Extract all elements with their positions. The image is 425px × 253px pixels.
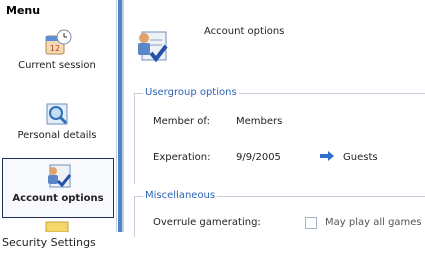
sidebar-item-account-options[interactable]: Account options	[2, 158, 114, 218]
gamerating-label: Overrule gamerating:	[153, 217, 261, 228]
play-all-games-checkbox[interactable]	[305, 217, 317, 229]
expiration-value: 9/9/2005	[236, 152, 281, 163]
expiration-label: Experation:	[153, 152, 211, 163]
sidebar-item-label: Account options	[12, 193, 104, 204]
folder-icon	[45, 221, 69, 232]
sidebar-item-label: Personal details	[17, 130, 97, 141]
calendar-clock-icon: 12	[45, 29, 72, 55]
svg-text:12: 12	[50, 44, 60, 53]
sidebar-item-personal-details[interactable]: Personal details	[2, 98, 112, 154]
member-of-label: Member of:	[153, 116, 210, 127]
account-checkmark-icon	[48, 164, 72, 188]
next-group-value: Guests	[343, 152, 378, 163]
member-of-value: Members	[236, 116, 283, 127]
right-arrow-icon	[320, 151, 334, 161]
miscellaneous-group: Miscellaneous Overrule gamerating: May p…	[134, 190, 425, 237]
sidebar-item-label: Current session	[18, 60, 96, 71]
main-panel: Account options Usergroup options Member…	[124, 0, 425, 237]
sidebar: Menu 12 Current session Personal details…	[0, 0, 117, 232]
account-checkmark-icon	[138, 31, 168, 63]
group-legend: Miscellaneous	[143, 190, 218, 201]
sidebar-title: Menu	[6, 4, 41, 17]
sidebar-item-current-session[interactable]: 12 Current session	[2, 26, 112, 88]
page-title: Account options	[204, 26, 285, 37]
magnifier-document-icon	[46, 103, 68, 125]
caption: Security Settings	[2, 236, 96, 249]
usergroup-options-group: Usergroup options Member of: Members Exp…	[134, 87, 425, 184]
play-all-games-label[interactable]: May play all games	[325, 217, 422, 228]
group-legend: Usergroup options	[143, 87, 239, 98]
